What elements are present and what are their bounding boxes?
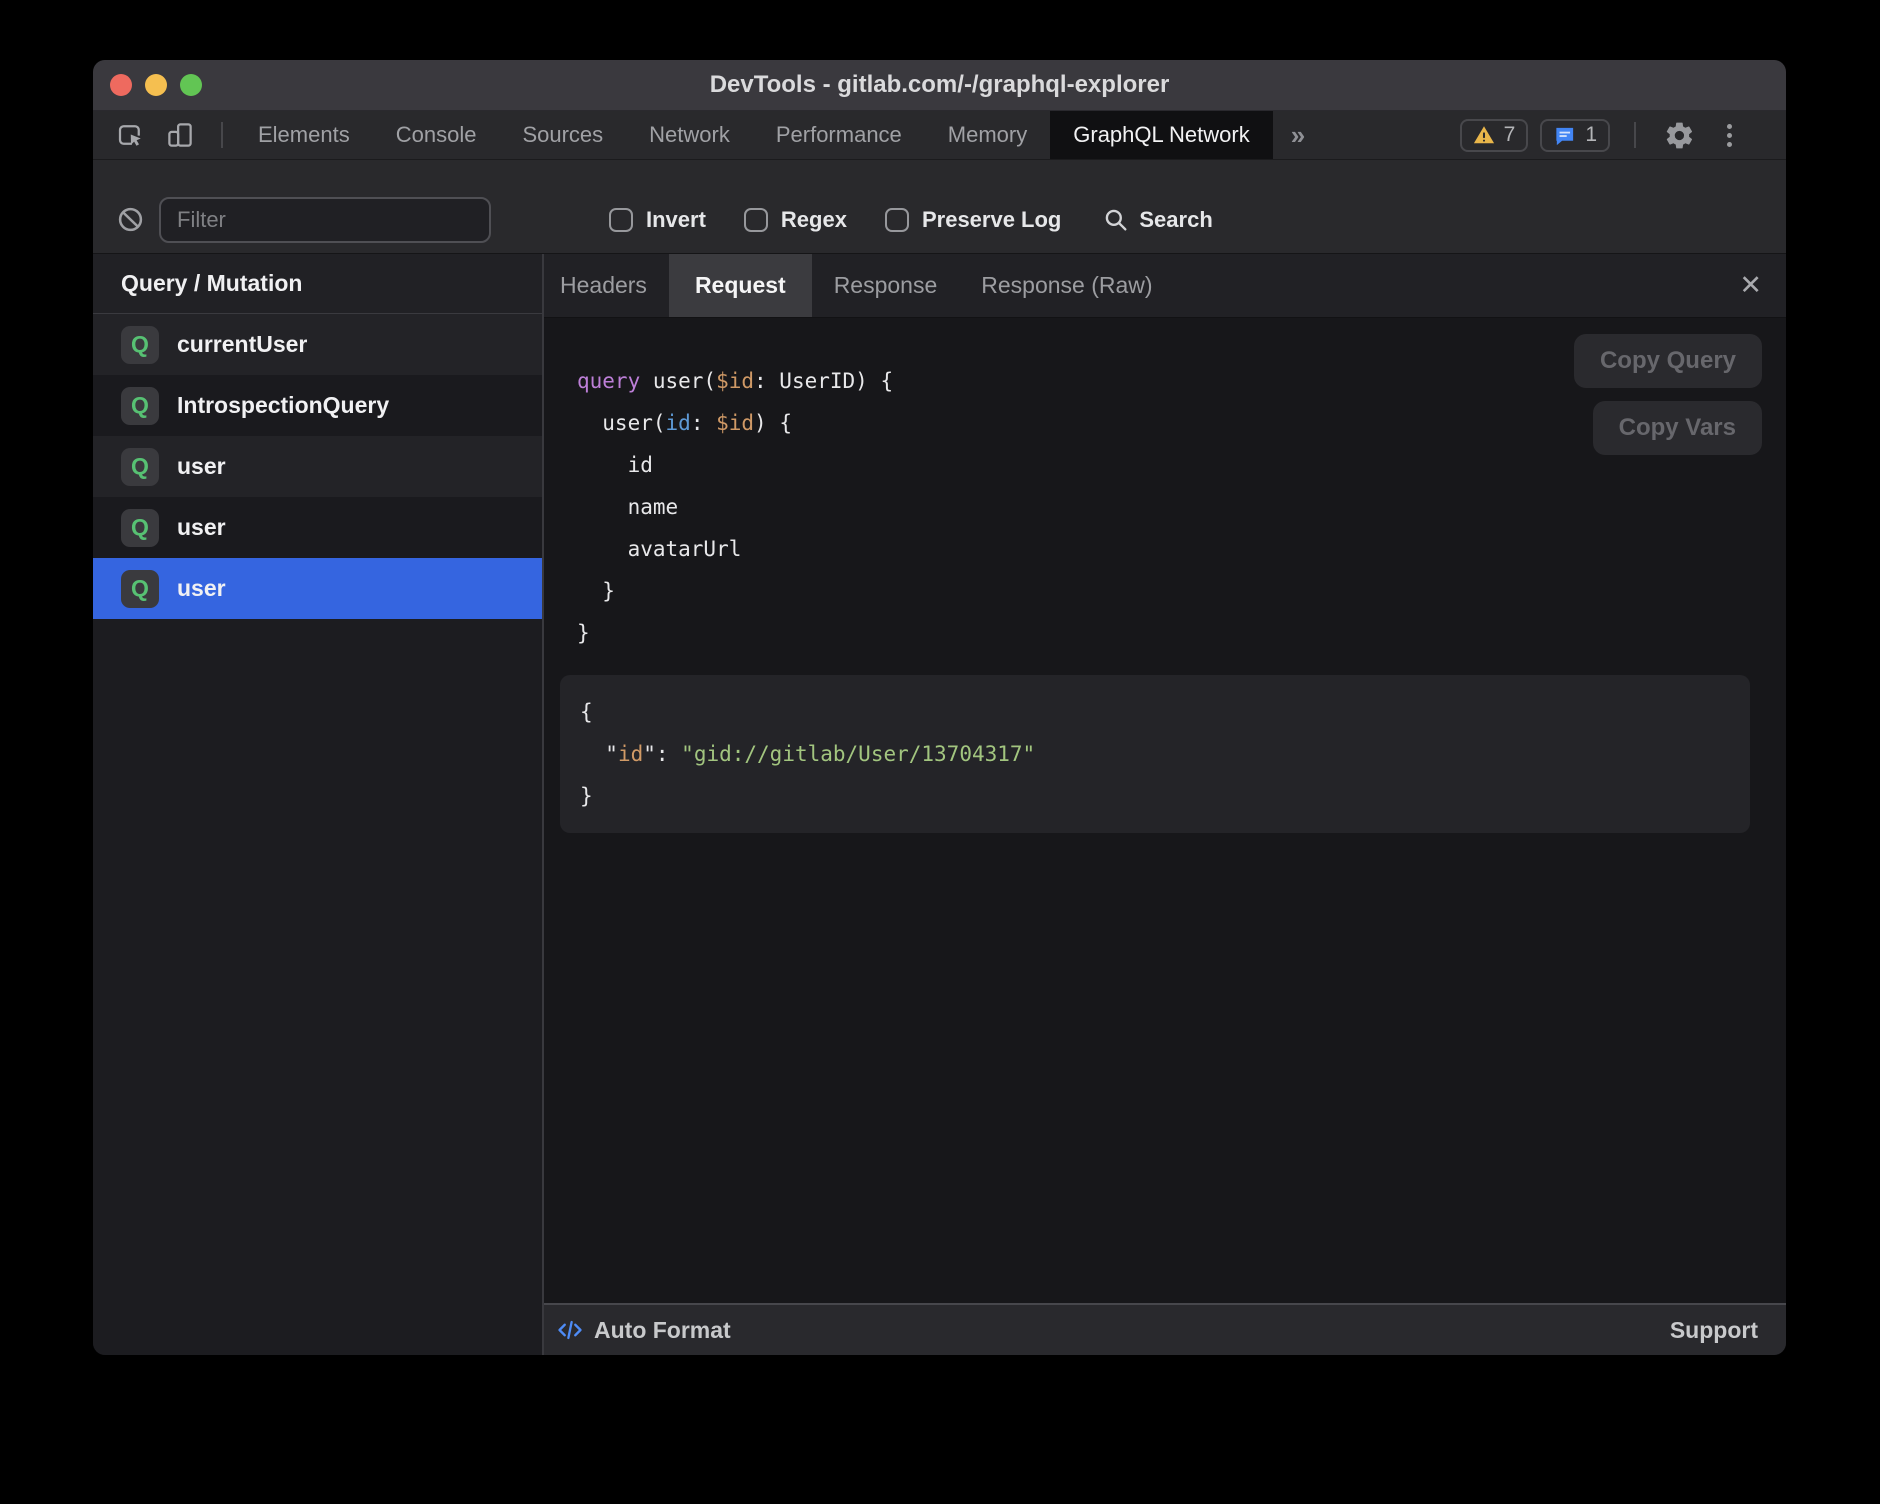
detail-tab-response[interactable]: Response bbox=[812, 254, 960, 317]
sidebar-item-currentuser[interactable]: QcurrentUser bbox=[93, 314, 542, 375]
titlebar: DevTools - gitlab.com/-/graphql-explorer bbox=[93, 60, 1786, 111]
warnings-badge[interactable]: 7 bbox=[1460, 119, 1529, 152]
query-type-badge: Q bbox=[121, 448, 159, 486]
window-title: DevTools - gitlab.com/-/graphql-explorer bbox=[93, 71, 1786, 99]
tab-memory[interactable]: Memory bbox=[925, 111, 1050, 159]
filter-toggles: Invert Regex Preserve Log bbox=[609, 207, 1061, 233]
issues-count: 1 bbox=[1585, 123, 1597, 147]
query-type-badge: Q bbox=[121, 509, 159, 547]
checkbox-invert-2[interactable] bbox=[609, 208, 633, 232]
query-name: user bbox=[177, 453, 226, 480]
checkbox-regex-2[interactable] bbox=[744, 208, 768, 232]
graphql-variables-code: { "id": "gid://gitlab/User/13704317"} bbox=[580, 691, 1730, 817]
block-icon bbox=[116, 205, 145, 234]
minimize-window-button[interactable] bbox=[145, 74, 167, 96]
tab-console[interactable]: Console bbox=[373, 111, 500, 159]
search-button[interactable]: Search bbox=[1103, 207, 1212, 233]
sidebar-header: Query / Mutation bbox=[93, 254, 542, 314]
device-toolbar-icon bbox=[165, 120, 195, 150]
sidebar-item-user-3[interactable]: Quser bbox=[93, 558, 542, 619]
more-options-button[interactable] bbox=[1710, 116, 1748, 154]
window-controls bbox=[110, 60, 202, 110]
variables-box: { "id": "gid://gitlab/User/13704317"} bbox=[560, 675, 1750, 833]
copy-buttons: Copy Query Copy Vars bbox=[1574, 334, 1762, 455]
main-toolbar: ElementsConsoleSourcesNetworkPerformance… bbox=[93, 111, 1786, 160]
filter-bar: Invert Regex Preserve Log Search bbox=[93, 160, 1786, 254]
sidebar-item-user[interactable]: Quser bbox=[93, 436, 542, 497]
checkbox-label[interactable]: Preserve Log bbox=[922, 207, 1061, 233]
toolbar-right: 7 1 bbox=[1460, 111, 1786, 159]
close-window-button[interactable] bbox=[110, 74, 132, 96]
issues-badge[interactable]: 1 bbox=[1540, 119, 1610, 152]
requests-sidebar: Query / Mutation QcurrentUserQIntrospect… bbox=[93, 254, 542, 1355]
tab-graphql-network[interactable]: GraphQL Network bbox=[1050, 111, 1272, 159]
warning-icon bbox=[1473, 124, 1495, 146]
warning-count: 7 bbox=[1504, 123, 1516, 147]
inspect-cursor-icon bbox=[115, 120, 145, 150]
more-tabs-button[interactable]: » bbox=[1273, 111, 1323, 159]
request-tab-content: Copy Query Copy Vars query user($id: Use… bbox=[544, 318, 1786, 1303]
checkbox-label[interactable]: Invert bbox=[646, 207, 706, 233]
content-area: Query / Mutation QcurrentUserQIntrospect… bbox=[93, 254, 1786, 1355]
code-format-icon bbox=[556, 1316, 584, 1344]
tab-performance[interactable]: Performance bbox=[753, 111, 925, 159]
auto-format-button[interactable]: Auto Format bbox=[594, 1317, 731, 1344]
detail-footer: Auto Format Support bbox=[544, 1303, 1786, 1355]
filter-toggle-invert: Invert bbox=[609, 207, 706, 233]
devtools-tabs: ElementsConsoleSourcesNetworkPerformance… bbox=[235, 111, 1273, 159]
query-name: IntrospectionQuery bbox=[177, 392, 389, 419]
requests-list: QcurrentUserQIntrospectionQueryQuserQuse… bbox=[93, 314, 542, 619]
tab-elements[interactable]: Elements bbox=[235, 111, 373, 159]
toolbar-separator bbox=[221, 122, 223, 148]
query-name: user bbox=[177, 514, 226, 541]
sidebar-item-introspectionquery[interactable]: Q IntrospectionQuery bbox=[93, 375, 542, 436]
message-icon bbox=[1553, 124, 1576, 147]
toolbar-left bbox=[93, 111, 235, 159]
detail-tab-headers[interactable]: Headers bbox=[560, 254, 669, 317]
sidebar-item-user-2[interactable]: Quser bbox=[93, 497, 542, 558]
tab-sources[interactable]: Sources bbox=[499, 111, 626, 159]
toolbar-separator bbox=[1634, 122, 1636, 148]
checkbox-label[interactable]: Regex bbox=[781, 207, 847, 233]
query-type-badge: Q bbox=[121, 326, 159, 364]
detail-tab-request[interactable]: Request bbox=[669, 254, 812, 317]
zoom-window-button[interactable] bbox=[180, 74, 202, 96]
detail-tabs: HeadersRequestResponseResponse (Raw) ✕ bbox=[544, 254, 1786, 318]
detail-tab-response-raw[interactable]: Response (Raw) bbox=[959, 254, 1174, 317]
detail-panel: HeadersRequestResponseResponse (Raw) ✕ Co… bbox=[544, 254, 1786, 1355]
settings-button[interactable] bbox=[1660, 116, 1698, 154]
gear-icon bbox=[1664, 120, 1695, 151]
filter-toggle-regex: Regex bbox=[744, 207, 847, 233]
copy-query-button[interactable]: Copy Query bbox=[1574, 334, 1762, 388]
filter-input[interactable] bbox=[159, 197, 491, 243]
query-name: user bbox=[177, 575, 226, 602]
query-type-badge: Q bbox=[121, 570, 159, 608]
kebab-menu-icon bbox=[1727, 124, 1732, 147]
close-detail-button[interactable]: ✕ bbox=[1739, 254, 1762, 317]
devtools-window: DevTools - gitlab.com/-/graphql-explorer… bbox=[93, 60, 1786, 1355]
filter-toggle-preserve-log: Preserve Log bbox=[885, 207, 1061, 233]
inspect-element-button[interactable] bbox=[109, 115, 151, 155]
copy-vars-button[interactable]: Copy Vars bbox=[1593, 401, 1762, 455]
search-icon bbox=[1103, 207, 1129, 233]
device-toolbar-button[interactable] bbox=[159, 115, 201, 155]
search-label: Search bbox=[1139, 207, 1212, 233]
support-link[interactable]: Support bbox=[1670, 1317, 1758, 1344]
tab-network[interactable]: Network bbox=[626, 111, 753, 159]
checkbox-preserve-log-2[interactable] bbox=[885, 208, 909, 232]
clear-requests-button[interactable] bbox=[109, 199, 151, 241]
query-name: currentUser bbox=[177, 331, 307, 358]
query-type-badge: Q bbox=[121, 387, 159, 425]
